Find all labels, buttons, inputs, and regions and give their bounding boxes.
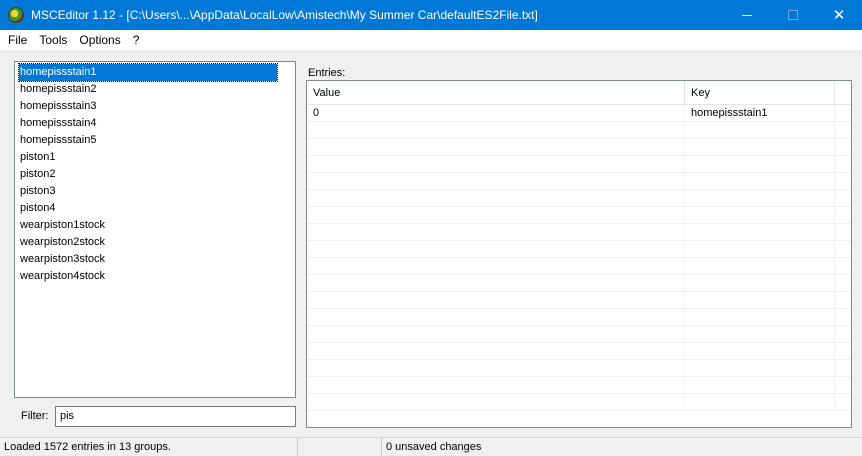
- maximize-icon: [788, 10, 798, 20]
- cell-value: [307, 258, 685, 274]
- list-item[interactable]: wearpiston3stock: [19, 251, 277, 268]
- table-row: [307, 139, 851, 156]
- status-middle: [298, 438, 382, 456]
- cell-value[interactable]: 0: [307, 105, 685, 121]
- cell-key: [685, 377, 835, 393]
- cell-key: [685, 258, 835, 274]
- menu-options[interactable]: Options: [73, 30, 126, 50]
- table-row: [307, 275, 851, 292]
- cell-value: [307, 139, 685, 155]
- cell-key: [685, 360, 835, 376]
- entries-label: Entries:: [308, 67, 346, 79]
- cell-value: [307, 173, 685, 189]
- title-bar: MSCEditor 1.12 - [C:\Users\...\AppData\L…: [0, 0, 862, 30]
- cell-key: [685, 224, 835, 240]
- table-row: [307, 241, 851, 258]
- cell-key: [685, 309, 835, 325]
- table-row: [307, 343, 851, 360]
- cell-value: [307, 343, 685, 359]
- list-item[interactable]: wearpiston4stock: [19, 268, 277, 285]
- entries-grid[interactable]: Value Key 0 homepissstain1: [306, 80, 852, 428]
- menu-bar: File Tools Options ?: [0, 30, 862, 50]
- cell-key: [685, 207, 835, 223]
- cell-value: [307, 122, 685, 138]
- menu-file[interactable]: File: [2, 30, 33, 50]
- column-header-key[interactable]: Key: [685, 81, 835, 105]
- list-item[interactable]: homepissstain1: [18, 63, 278, 82]
- table-row[interactable]: 0 homepissstain1: [307, 105, 851, 122]
- cell-value: [307, 309, 685, 325]
- cell-value: [307, 292, 685, 308]
- cell-key: [685, 394, 835, 410]
- cell-key: [685, 326, 835, 342]
- minimize-button[interactable]: [724, 0, 770, 30]
- status-bar: Loaded 1572 entries in 13 groups. 0 unsa…: [0, 437, 862, 456]
- cell-value: [307, 241, 685, 257]
- table-row: [307, 394, 851, 411]
- table-row: [307, 326, 851, 343]
- grid-header: Value Key: [307, 81, 851, 105]
- filter-label: Filter:: [21, 410, 49, 422]
- list-item[interactable]: piston3: [19, 183, 277, 200]
- cell-key: [685, 122, 835, 138]
- list-item[interactable]: piston1: [19, 149, 277, 166]
- grid-rows: 0 homepissstain1: [307, 105, 851, 411]
- minimize-icon: [742, 14, 752, 16]
- window-controls: ✕: [724, 0, 862, 30]
- table-row: [307, 224, 851, 241]
- cell-key: [685, 139, 835, 155]
- list-item[interactable]: piston2: [19, 166, 277, 183]
- close-icon: ✕: [832, 6, 846, 24]
- cell-key: [685, 292, 835, 308]
- cell-key: [685, 275, 835, 291]
- table-row: [307, 122, 851, 139]
- window-title: MSCEditor 1.12 - [C:\Users\...\AppData\L…: [31, 8, 538, 22]
- table-row: [307, 258, 851, 275]
- cell-key: [685, 241, 835, 257]
- cell-key: [685, 173, 835, 189]
- status-loaded: Loaded 1572 entries in 13 groups.: [0, 438, 298, 456]
- menu-tools[interactable]: Tools: [33, 30, 73, 50]
- column-header-value[interactable]: Value: [307, 81, 685, 105]
- table-row: [307, 173, 851, 190]
- filter-input[interactable]: pis: [55, 406, 296, 427]
- group-list[interactable]: homepissstain1 homepissstain2 homepissstai…: [14, 61, 296, 398]
- table-row: [307, 190, 851, 207]
- list-item[interactable]: piston4: [19, 200, 277, 217]
- cell-value: [307, 377, 685, 393]
- list-item[interactable]: homepissstain3: [19, 98, 277, 115]
- cell-key: [685, 343, 835, 359]
- app-icon: [8, 7, 24, 23]
- table-row: [307, 309, 851, 326]
- cell-value: [307, 156, 685, 172]
- list-item[interactable]: homepissstain5: [19, 132, 277, 149]
- table-row: [307, 292, 851, 309]
- maximize-button[interactable]: [770, 0, 816, 30]
- list-item[interactable]: wearpiston1stock: [19, 217, 277, 234]
- cell-key[interactable]: homepissstain1: [685, 105, 835, 121]
- cell-value: [307, 224, 685, 240]
- cell-value: [307, 394, 685, 410]
- status-unsaved: 0 unsaved changes: [386, 441, 482, 453]
- cell-value: [307, 275, 685, 291]
- table-row: [307, 360, 851, 377]
- list-item[interactable]: wearpiston2stock: [19, 234, 277, 251]
- list-item[interactable]: homepissstain2: [19, 81, 277, 98]
- cell-value: [307, 190, 685, 206]
- cell-key: [685, 156, 835, 172]
- cell-value: [307, 326, 685, 342]
- table-row: [307, 156, 851, 173]
- menu-help[interactable]: ?: [127, 30, 146, 50]
- cell-value: [307, 207, 685, 223]
- cell-key: [685, 190, 835, 206]
- cell-value: [307, 360, 685, 376]
- list-item[interactable]: homepissstain4: [19, 115, 277, 132]
- close-button[interactable]: ✕: [816, 0, 862, 30]
- table-row: [307, 377, 851, 394]
- table-row: [307, 207, 851, 224]
